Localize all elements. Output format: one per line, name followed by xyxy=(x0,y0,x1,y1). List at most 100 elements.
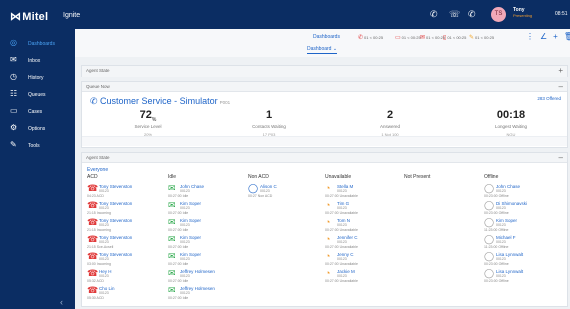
kpi-label: Contacts Waiting xyxy=(252,124,286,130)
agent-card[interactable]: ☎ Hey H 00123 05:32 ACD xyxy=(87,269,165,284)
sidebar-item-inbox[interactable]: ✉ Inbox xyxy=(0,54,75,67)
column-header: Unavailable xyxy=(325,174,352,180)
agent-state-board: Agent State – Everyone ACD ☎ Tony Stevenst… xyxy=(81,152,568,307)
agent-card[interactable]: ☎ Tony Stevenston 00123 21:15 Incoming xyxy=(87,201,165,216)
agent-card[interactable]: ☎ Tony Stevenston 00123 21:15 Incoming xyxy=(87,218,165,233)
agent-state-icon: ◯ xyxy=(484,217,495,227)
kpi-value: 1 xyxy=(265,109,273,121)
sidebar-item-queues[interactable]: ☷ Queues xyxy=(0,88,75,101)
group-filter[interactable]: Everyone xyxy=(87,167,108,173)
queue-title[interactable]: ✆ Customer Service - Simulator P001 xyxy=(90,96,230,107)
column-header: ACD xyxy=(87,174,98,180)
agent-extension: 00123 xyxy=(337,223,347,227)
sidebar-item-options[interactable]: ⚙ Options xyxy=(0,122,75,135)
agent-card[interactable]: ☎ Tony Stevenston 00123 04:23 ACD xyxy=(87,184,165,199)
expand-icon[interactable]: + xyxy=(558,66,563,75)
edit-icon[interactable]: ∠ xyxy=(540,32,547,41)
history-icon: ◷ xyxy=(10,72,17,81)
agent-extension: 00123 xyxy=(180,206,190,210)
agent-extension: 00123 xyxy=(496,206,506,210)
agent-card[interactable]: ◔ Jennifer C 00123 00:27:00 Unavailable xyxy=(325,235,403,250)
agent-card[interactable]: ☎ Cho Lin 00123 05:30 ACD xyxy=(87,286,165,301)
offered-link[interactable]: 283 Offered xyxy=(537,96,561,101)
more-icon[interactable]: ⋮ xyxy=(526,32,534,41)
sidebar-item-label: History xyxy=(28,75,44,81)
agent-state-detail: 00:27:00 Unavailable xyxy=(325,211,358,215)
agent-extension: 00123 xyxy=(180,291,190,295)
agent-card[interactable]: ✉ Kim Soper 00123 00:27:00 Idle xyxy=(168,252,246,267)
clock: 08:51 xyxy=(555,11,568,17)
agent-card[interactable]: ◯ Kim Soper 00123 11:23:00 Offline xyxy=(484,218,562,233)
delete-icon[interactable]: 🗑 xyxy=(564,32,570,41)
agent-extension: 00123 xyxy=(180,223,190,227)
sidebar-item-tools[interactable]: ✎ Tools xyxy=(0,139,75,152)
agent-card[interactable]: ◯ John Chase 00123 00:23:00 Offline xyxy=(484,184,562,199)
queue-stat[interactable]: ✉01 < 00:25 xyxy=(420,34,445,41)
agent-state-icon: ✉ xyxy=(168,234,176,244)
queue-stat[interactable]: ▯01 < 00:25 xyxy=(443,34,466,41)
queue-stat[interactable]: ✆01 < 00:25 xyxy=(358,34,383,41)
agent-state-detail: 00:23:00 Offline xyxy=(484,262,509,266)
agent-card[interactable]: ☎ Tony Stevenston 00123 21:15 Sce-Acsell xyxy=(87,235,165,250)
agent-card[interactable]: ✉ Jeffrey Holmesen 00123 00:27:00 Idle xyxy=(168,286,246,301)
collapse-sidebar-icon[interactable]: ‹ xyxy=(60,297,63,307)
main-content: Dashboards Dashboard ⌄ ✆01 < 00:25 ▭01 < … xyxy=(75,29,570,309)
dashboard-actions: ⋮ ∠ + 🗑 xyxy=(526,32,570,41)
phone-icon[interactable]: ✆ xyxy=(468,9,476,20)
voicemail-icon[interactable]: ☏ xyxy=(449,9,460,20)
agent-state-detail: 00:27:00 Idle xyxy=(168,262,189,266)
kpi-label: Service Level xyxy=(134,124,162,130)
stat-text: 01 < 00:25 xyxy=(475,35,495,40)
queue-stat[interactable]: ✎01 < 00:25 xyxy=(469,34,494,41)
phone-forward-icon[interactable]: ✆ xyxy=(430,9,438,20)
agent-card[interactable]: ✉ Kim Soper 00123 00:27:00 Idle xyxy=(168,201,246,216)
agent-card[interactable]: ◔ Jackie M 00123 00:27:00 Unavailable xyxy=(325,269,403,284)
agent-extension: 00123 xyxy=(496,189,506,193)
sidebar-item-label: Tools xyxy=(28,143,40,149)
dashboard-dropdown[interactable]: Dashboard ⌄ xyxy=(307,46,338,54)
agent-state-detail: 05:30 ACD xyxy=(87,296,104,300)
user-status: Presenting xyxy=(513,13,533,18)
agent-card[interactable]: ✉ Jeffrey Holmesen 00123 00:27:00 Idle xyxy=(168,269,246,284)
agent-card[interactable]: ◯ Di Shimonavski 00123 00:23:00 Offline xyxy=(484,201,562,216)
sidebar-item-history[interactable]: ◷ History xyxy=(0,71,75,84)
collapse-icon[interactable]: – xyxy=(559,153,563,162)
sidebar-item-cases[interactable]: ▭ Cases xyxy=(0,105,75,118)
agent-state-detail: 00:23:00 Offline xyxy=(484,211,509,215)
agent-state-detail: 00:27 Non ACD xyxy=(248,194,273,198)
dashboard-toolbar: Dashboards Dashboard ⌄ ✆01 < 00:25 ▭01 < … xyxy=(75,29,570,57)
tools-icon: ✎ xyxy=(10,140,17,149)
avatar[interactable]: TS xyxy=(491,7,506,22)
agent-extension: 00123 xyxy=(99,189,109,193)
dashboard-icon: ◎ xyxy=(10,38,17,47)
agent-card[interactable]: ◔ Tom N 00123 00:27:00 Unavailable xyxy=(325,218,403,233)
agent-card[interactable]: ◔ Stella M 00123 00:27:00 Unavailable xyxy=(325,184,403,199)
queue-stat[interactable]: ▭01 < 00:25 xyxy=(395,34,421,41)
agent-state-icon: ✉ xyxy=(168,285,176,295)
agent-extension: 00123 xyxy=(337,257,347,261)
agent-card[interactable]: ◯ Alison C 00123 00:27 Non ACD xyxy=(248,184,326,199)
agent-state-detail: 00:23:00 Offline xyxy=(484,194,509,198)
agent-card[interactable]: ☎ Tony Stevenston 00123 03:00 Incoming xyxy=(87,252,165,267)
agent-state-icon: ◯ xyxy=(484,268,495,278)
agent-state-detail: 00:27:00 Unavailable xyxy=(325,279,358,283)
agent-state-icon: ✉ xyxy=(168,268,176,278)
agent-card[interactable]: ◯ Michael F 00123 11:23:00 Offline xyxy=(484,235,562,250)
agent-card[interactable]: ◯ Lisa Lynnwalt 00123 00:23:00 Offline xyxy=(484,269,562,284)
agent-card[interactable]: ◔ Tim G 00123 00:27:00 Unavailable xyxy=(325,201,403,216)
agent-extension: 00123 xyxy=(180,240,190,244)
agent-extension: 00123 xyxy=(99,291,109,295)
add-icon[interactable]: + xyxy=(553,32,558,41)
tab-dashboards[interactable]: Dashboards xyxy=(313,34,340,40)
agent-card[interactable]: ◔ Jenny C 00123 00:27:00 Unavailable xyxy=(325,252,403,267)
agent-state-icon: ☎ xyxy=(87,183,99,193)
agent-state-icon: ◔ xyxy=(325,268,331,278)
agent-card[interactable]: ✉ John Chase 00123 00:27:00 Idle xyxy=(168,184,246,199)
agent-card[interactable]: ◯ Lisa Lynnwalt 00123 00:23:00 Offline xyxy=(484,252,562,267)
agent-card[interactable]: ✉ Kim Soper 00123 00:27:00 Idle xyxy=(168,235,246,250)
collapse-icon[interactable]: – xyxy=(559,82,563,91)
user-menu[interactable]: Tony Presenting xyxy=(513,7,532,19)
agent-card[interactable]: ✉ Kim Soper 00123 00:27:00 Idle xyxy=(168,218,246,233)
agent-extension: 00123 xyxy=(180,189,190,193)
sidebar-item-dashboards[interactable]: ◎ Dashboards xyxy=(0,37,75,50)
